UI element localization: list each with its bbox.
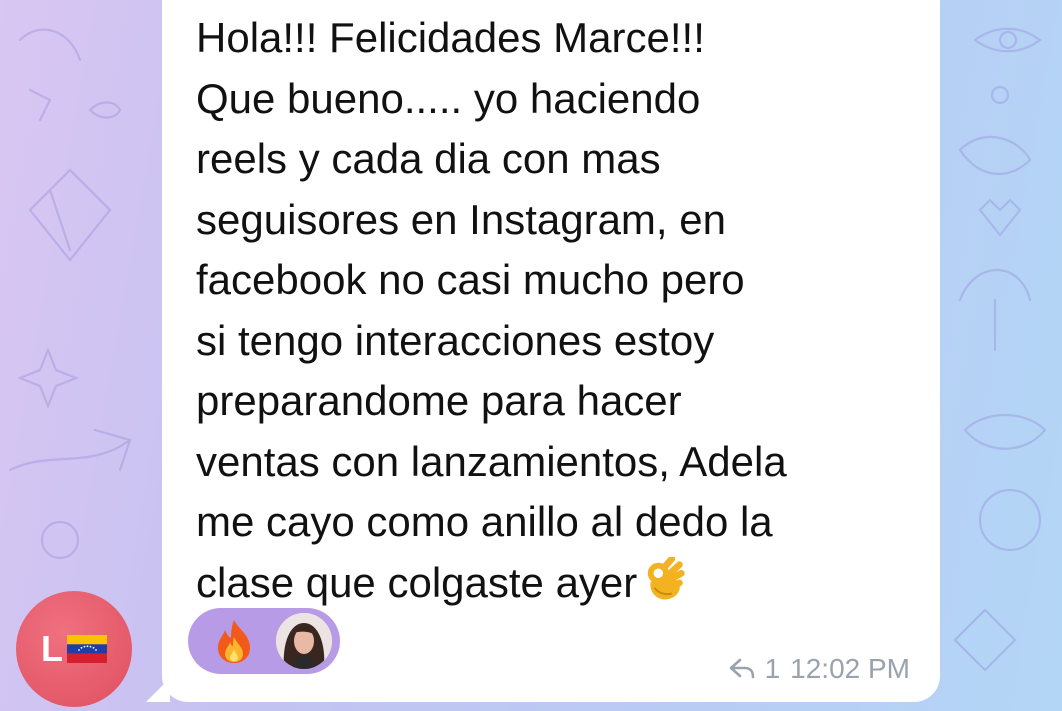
reply-icon[interactable] [729,658,755,680]
message-text: Hola!!! Felicidades Marce!!! Que bueno..… [196,14,787,606]
fire-icon [218,620,250,663]
sender-avatar[interactable]: L [16,591,132,707]
reactor-photo [276,613,332,669]
reaction-pill[interactable] [188,608,340,674]
venezuela-flag-icon [67,635,107,663]
avatar-initial: L [41,628,63,669]
message-meta: 1 12:02 PM [729,653,910,685]
message-time: 12:02 PM [790,653,910,684]
ok-hand-emoji [648,556,685,599]
reply-count[interactable]: 1 [765,653,781,685]
reactor-avatar[interactable] [276,613,332,669]
message-bubble[interactable]: Hola!!! Felicidades Marce!!! Que bueno..… [162,0,940,702]
